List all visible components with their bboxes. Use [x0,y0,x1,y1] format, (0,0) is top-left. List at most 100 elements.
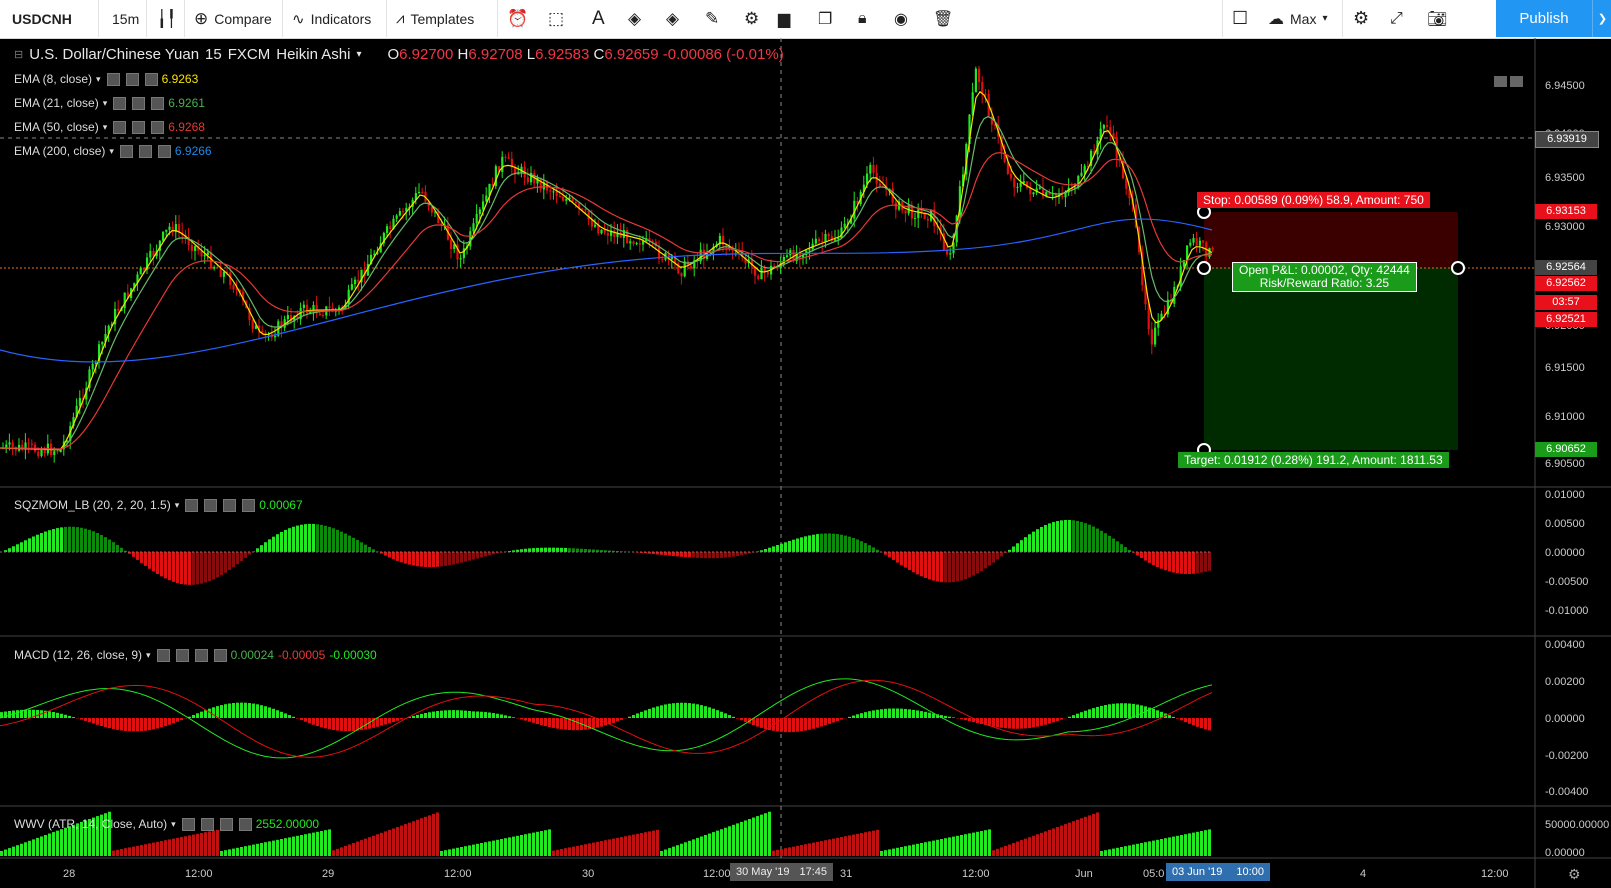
close-icon[interactable] [157,144,171,158]
indicators-button[interactable]: ∿ Indicators [292,0,371,37]
ema21-legend[interactable]: EMA (21, close) ▾ 6.9261 [14,96,205,110]
wvv-bar [564,848,567,856]
eye-icon[interactable] [106,72,120,86]
indicators-icon: ∿ [292,10,305,28]
lock-icon[interactable]: 🔒︎ [858,0,867,37]
macd-bar [876,709,879,718]
wvv-bar [472,844,475,856]
wvv-legend[interactable]: WWV (ATR, 14, Close, Auto) ▾ 2552.00000 [14,817,319,831]
close-icon[interactable] [213,648,227,662]
settings-gear-icon[interactable]: ⚙ [744,0,759,37]
chart-settings-gear-icon[interactable]: ⚙ [1353,0,1369,37]
close-icon[interactable] [238,817,252,831]
eye-icon[interactable] [185,498,199,512]
close-icon[interactable] [151,96,165,110]
fill-color-icon[interactable]: ◈ [628,0,641,37]
macd-bar [628,716,631,718]
time-tick: 12:00 [444,868,472,880]
macd-tick: -0.00400 [1545,786,1589,798]
collapse-icon[interactable]: ⊟ [14,48,23,61]
visual-order-icon[interactable]: ▆ [778,0,790,37]
open-pnl-label[interactable]: Open P&L: 0.00002, Qty: 42444 Risk/Rewar… [1232,262,1417,292]
wvv-bar [392,828,395,856]
wvv-bar [684,842,687,856]
stop-loss-label[interactable]: Stop: 0.00589 (0.09%) 58.9, Amount: 750 [1197,192,1430,208]
macd-tick: 0.00200 [1545,676,1585,688]
gear-icon[interactable] [200,817,214,831]
sqz-bar [456,552,459,564]
camera-icon[interactable]: 📷︎ [1427,0,1447,37]
timezone-gear-icon[interactable]: ⚙ [1568,866,1581,883]
square-icon[interactable]: ☐ [1232,0,1248,37]
eye-icon[interactable] [113,96,127,110]
chevron-down-icon[interactable]: ▾ [356,49,361,60]
eye-icon[interactable] [156,648,170,662]
eye-icon[interactable] [113,120,127,134]
sqz-bar [768,547,771,552]
candle-body [165,229,168,232]
sqzmom-legend[interactable]: SQZMOM_LB (20, 2, 20, 1.5) ▾ 0.00067 [14,498,303,512]
close-icon[interactable] [242,498,256,512]
pane-up-icon[interactable] [1510,76,1523,87]
source-icon[interactable] [219,817,233,831]
compare-button[interactable]: ⊕ Compare [194,0,272,37]
source-icon[interactable] [194,648,208,662]
chevron-down-icon[interactable]: ▾ [109,146,114,157]
close-icon[interactable] [144,72,158,86]
cloud-save-button[interactable]: ☁ Max ▾ [1268,0,1327,37]
chart-style-button[interactable]: ╽╿ [157,0,176,37]
wvv-bar [652,830,655,856]
chevron-down-icon[interactable]: ▾ [103,98,108,109]
wvv-bar [412,821,415,856]
sqz-bar [980,552,983,572]
gear-icon[interactable] [132,120,146,134]
gear-icon[interactable] [125,72,139,86]
source-icon[interactable] [223,498,237,512]
macd-legend[interactable]: MACD (12, 26, close, 9) ▾ 0.00024 -0.0000… [14,648,377,662]
templates-button[interactable]: ⩘ Templates [396,0,474,37]
candle-body [306,304,309,314]
fullscreen-icon[interactable]: ⤢ [1390,0,1403,37]
text-tool-icon[interactable]: A [592,0,605,37]
target-label[interactable]: Target: 0.01912 (0.28%) 191.2, Amount: 1… [1178,452,1449,468]
interval-button[interactable]: 15m [112,0,139,37]
chevron-down-icon[interactable]: ▾ [171,819,176,830]
ema200-legend[interactable]: EMA (200, close) ▾ 6.9266 [14,144,212,158]
eye-icon[interactable] [181,817,195,831]
candle-body [482,201,485,210]
symbol-interval: 15 [205,46,222,63]
macd-bar [696,704,699,718]
wvv-bar [4,849,7,856]
cloud-icon: ☁ [1268,10,1284,28]
chevron-down-icon[interactable]: ▾ [175,500,180,511]
macd-bar [620,718,623,720]
publish-menu-arrow-icon[interactable]: ❯ [1592,0,1611,37]
trash-icon[interactable]: 🗑︎ [933,0,953,37]
chevron-down-icon[interactable]: ▾ [146,650,151,661]
ema8-legend[interactable]: EMA (8, close) ▾ 6.9263 [14,72,198,86]
eye-icon[interactable] [119,144,133,158]
clone-icon[interactable]: ❐ [818,0,832,37]
rectangle-tool-icon[interactable]: ⬚ [548,0,564,37]
pane-down-icon[interactable] [1494,76,1507,87]
gear-icon[interactable] [132,96,146,110]
pencil-icon[interactable]: ✎ [705,0,719,37]
visibility-eye-icon[interactable]: ◉ [894,0,908,37]
close-icon[interactable] [151,120,165,134]
gear-icon[interactable] [175,648,189,662]
symbol-search[interactable]: USDCNH [12,0,72,37]
gear-icon[interactable] [204,498,218,512]
wvv-bar [900,847,903,856]
sqz-bar [944,552,947,583]
symbol-title[interactable]: U.S. Dollar/Chinese Yuan [29,46,199,63]
ema50-legend[interactable]: EMA (50, close) ▾ 6.9268 [14,120,205,134]
background-color-icon[interactable]: ◈ [666,0,679,37]
chevron-down-icon[interactable]: ▾ [103,122,108,133]
chevron-down-icon[interactable]: ▾ [96,74,101,85]
macd-bar [916,710,919,718]
publish-button[interactable]: Publish [1496,0,1592,37]
wvv-bar [140,845,143,856]
gear-icon[interactable] [138,144,152,158]
alert-clock-icon[interactable]: ⏰ [507,0,528,37]
macd-bar [36,709,39,718]
